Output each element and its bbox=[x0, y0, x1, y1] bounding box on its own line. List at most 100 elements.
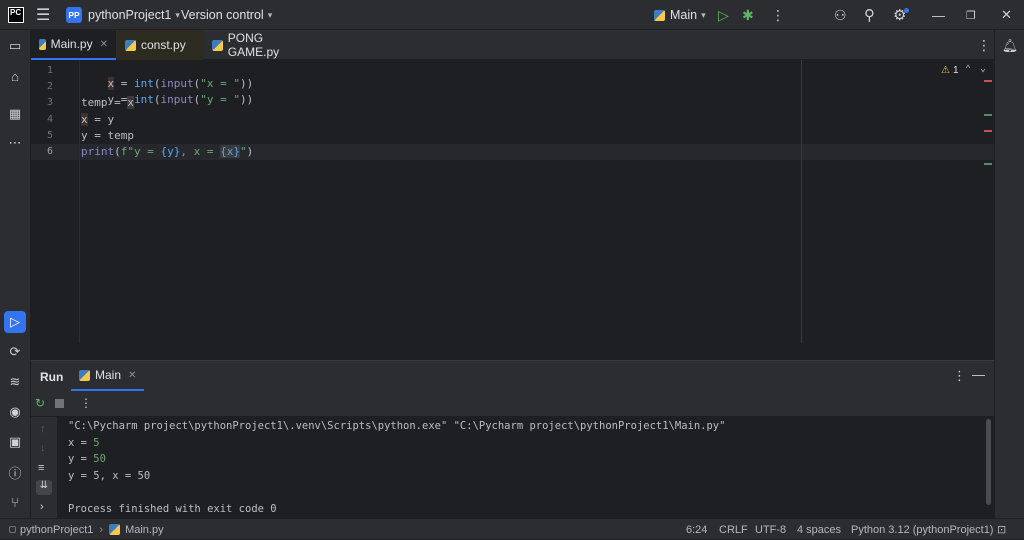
console-prompt: x = bbox=[68, 437, 94, 449]
chevron-up-icon[interactable]: ⌃ bbox=[965, 64, 971, 75]
hide-panel-icon[interactable]: — bbox=[972, 367, 985, 382]
file-encoding[interactable]: UTF-8 bbox=[755, 519, 786, 540]
run-icon[interactable]: ▷ bbox=[718, 0, 729, 30]
indent-setting[interactable]: 4 spaces bbox=[797, 519, 841, 540]
breadcrumb-file[interactable]: Main.py bbox=[125, 524, 164, 536]
arrow-up-icon[interactable]: ↑ bbox=[40, 423, 46, 435]
code-editor[interactable]: 1 2 3 4 5 6 x = int(input("x = ")) y = i… bbox=[31, 60, 994, 343]
error-stripe-marker[interactable] bbox=[984, 80, 992, 82]
close-icon[interactable]: ✕ bbox=[1001, 0, 1012, 30]
line-number: 6 bbox=[46, 146, 53, 157]
tabs-more-icon[interactable]: ⋮ bbox=[969, 30, 999, 60]
line-number: 5 bbox=[46, 130, 53, 141]
python-file-icon bbox=[39, 38, 46, 50]
git-icon[interactable]: ⑂ bbox=[4, 491, 26, 513]
services-icon[interactable]: ◉ bbox=[4, 401, 26, 423]
module-icon bbox=[9, 526, 16, 533]
run-options-icon[interactable]: ⋮ bbox=[953, 368, 966, 384]
python-icon bbox=[654, 9, 665, 21]
project-folder-icon[interactable]: ▭ bbox=[4, 35, 26, 57]
left-tool-window-bar: ▭ ⌂ ▦ ⋯ ▷ ⟳ ≋ ◉ ▣ ⓘ ⑂ bbox=[0, 30, 31, 518]
console-line: Process finished with exit code 0 bbox=[68, 503, 277, 515]
console-scrollbar[interactable] bbox=[986, 419, 991, 505]
notifications-bell-icon[interactable]: 🔔︎ bbox=[999, 35, 1021, 57]
status-bar: pythonProject1 › Main.py 6:24 CRLF UTF-8… bbox=[0, 518, 1024, 539]
chevron-down-icon: ▾ bbox=[701, 9, 706, 20]
project-name: pythonProject1 bbox=[88, 8, 172, 22]
settings-icon[interactable]: ⚙ bbox=[893, 0, 909, 30]
console-input-value: 50 bbox=[93, 453, 106, 465]
chevron-down-icon: ▾ bbox=[175, 9, 180, 20]
structure-icon[interactable]: ▦ bbox=[4, 103, 26, 125]
more-tools-icon[interactable]: ⋯ bbox=[4, 132, 26, 154]
breadcrumb-project[interactable]: pythonProject1 bbox=[20, 524, 93, 536]
run-more-icon[interactable]: ⋮ bbox=[80, 396, 92, 410]
more-icon[interactable]: ⋮ bbox=[771, 0, 785, 30]
search-icon[interactable]: ⚲ bbox=[864, 0, 875, 30]
stop-icon[interactable] bbox=[55, 399, 64, 408]
python-console-icon[interactable]: ⟳ bbox=[4, 341, 26, 363]
line-number: 2 bbox=[46, 81, 53, 92]
right-tool-window-bar: 🔔︎ bbox=[994, 30, 1024, 518]
tab-main-py[interactable]: Main.py ✕ bbox=[31, 30, 116, 60]
code-line: x = y bbox=[81, 113, 115, 126]
debug-icon[interactable]: ✱ bbox=[742, 0, 754, 30]
change-stripe-marker[interactable] bbox=[984, 114, 992, 116]
run-side-toolbar: ↑ ↓ ≡ ⇊ › bbox=[31, 417, 57, 519]
editor-tabs: Main.py ✕ const.py PONG GAME.py ⋮ bbox=[31, 30, 994, 60]
vcs-selector[interactable]: Version control ▾ bbox=[181, 0, 272, 30]
rerun-icon[interactable]: ↻ bbox=[35, 396, 45, 410]
chevron-down-icon: ▾ bbox=[267, 9, 273, 20]
code-line: print(f"y = {y}, x = {x}") bbox=[81, 145, 254, 158]
lock-icon[interactable]: ⊡ bbox=[997, 519, 1006, 540]
close-tab-icon[interactable]: ✕ bbox=[100, 39, 108, 50]
run-tool-window: Run Main ✕ ⋮ — ↻ ⋮ ↑ ↓ ≡ ⇊ › "C:\Pycharm… bbox=[31, 360, 994, 519]
run-toolbar: ↻ ⋮ bbox=[31, 391, 994, 417]
tab-main-run[interactable]: Main ✕ bbox=[71, 361, 145, 391]
tab-label: const.py bbox=[141, 38, 186, 52]
line-ending[interactable]: CRLF bbox=[719, 519, 748, 540]
console-input-value: 5 bbox=[93, 437, 100, 449]
change-stripe-marker[interactable] bbox=[984, 163, 992, 165]
console-line: y = 50 bbox=[68, 453, 106, 465]
run-config-selector[interactable]: Main ▾ bbox=[654, 0, 706, 30]
terminal-icon[interactable]: ▣ bbox=[4, 431, 26, 453]
python-file-icon bbox=[109, 524, 121, 535]
expand-chevron-icon[interactable]: › bbox=[40, 501, 44, 513]
caret-position[interactable]: 6:24 bbox=[686, 519, 707, 540]
tab-pong-game-py[interactable]: PONG GAME.py bbox=[204, 30, 324, 60]
tab-label: PONG GAME.py bbox=[227, 31, 280, 59]
problems-icon[interactable]: ⓘ bbox=[4, 461, 26, 483]
project-selector[interactable]: PP pythonProject1 ▾ bbox=[66, 0, 180, 30]
vcs-label: Version control bbox=[181, 8, 264, 22]
run-tab-label: Main bbox=[95, 368, 122, 382]
warning-icon[interactable]: ⚠ bbox=[941, 65, 950, 76]
error-stripe-marker[interactable] bbox=[984, 130, 992, 132]
scroll-to-end-icon[interactable]: ⇊ bbox=[36, 480, 52, 495]
line-number: 4 bbox=[46, 114, 53, 125]
chevron-down-icon[interactable]: ⌄ bbox=[980, 63, 986, 74]
line-number: 1 bbox=[46, 65, 53, 76]
tab-const-py[interactable]: const.py bbox=[117, 30, 203, 60]
restore-icon[interactable]: ❐ bbox=[966, 0, 976, 30]
breadcrumb: pythonProject1 › Main.py bbox=[9, 519, 164, 540]
right-margin-guide bbox=[801, 60, 802, 343]
inspection-count[interactable]: 1 bbox=[953, 65, 959, 76]
python-interpreter[interactable]: Python 3.12 (pythonProject1) bbox=[851, 519, 993, 540]
learn-icon[interactable]: ⌂ bbox=[4, 65, 26, 87]
code-line: y = temp bbox=[81, 129, 134, 142]
arrow-down-icon[interactable]: ↓ bbox=[40, 442, 46, 454]
code-line: temp = x bbox=[81, 96, 134, 109]
run-title: Run bbox=[40, 370, 64, 384]
python-file-icon bbox=[212, 39, 223, 51]
run-config-label: Main bbox=[670, 8, 698, 22]
add-user-icon[interactable]: ⚇ bbox=[834, 0, 847, 30]
python-packages-icon[interactable]: ≋ bbox=[4, 371, 26, 393]
python-icon bbox=[79, 369, 90, 381]
minimize-icon[interactable]: — bbox=[932, 0, 945, 30]
close-tab-icon[interactable]: ✕ bbox=[128, 370, 136, 381]
soft-wrap-icon[interactable]: ≡ bbox=[38, 462, 44, 474]
run-panel-header: Run Main ✕ ⋮ — bbox=[31, 361, 994, 391]
hamburger-menu-icon[interactable]: ☰ bbox=[36, 0, 50, 30]
run-tool-icon[interactable]: ▷ bbox=[4, 311, 26, 333]
